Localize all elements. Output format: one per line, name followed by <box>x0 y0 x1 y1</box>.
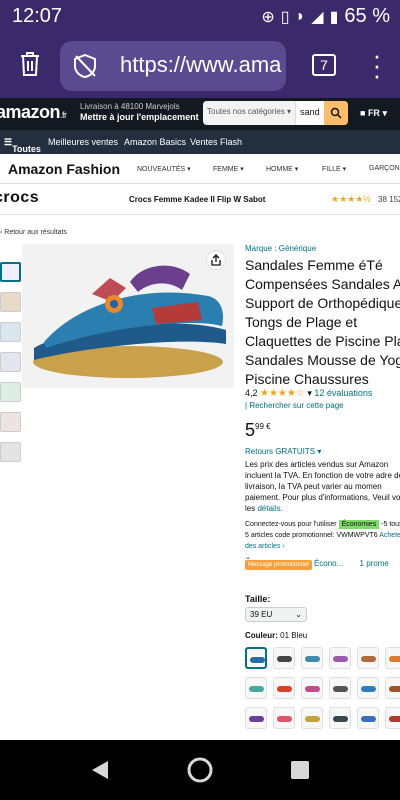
android-nav-bar <box>0 740 400 800</box>
search-category-select[interactable]: Toutes nos catégories ▾ <box>203 101 297 125</box>
size-label: Taille: <box>245 594 271 604</box>
nav-all[interactable]: ☰ Toutes <box>4 137 41 154</box>
fashion-cat-men[interactable]: HOMME ▾ <box>266 165 298 173</box>
signal-icon: ◢ <box>311 8 324 26</box>
search-input[interactable]: sand <box>296 101 324 125</box>
ratings-count-link[interactable]: 12 évaluations <box>314 388 372 398</box>
wifi-icon: ◗ <box>295 7 306 25</box>
search-button[interactable] <box>323 101 348 125</box>
color-swatch[interactable] <box>245 707 267 729</box>
search-page-link[interactable]: | Rechercher sur cette page <box>245 401 344 410</box>
price: 599 € <box>245 420 271 440</box>
fashion-cat-new[interactable]: NOUVEAUTÉS ▾ <box>137 165 191 173</box>
rating-value: 4,2 <box>245 388 258 398</box>
color-swatch[interactable] <box>301 647 323 669</box>
status-bar: 12:07 ⊕ ▯ ◗ ◢ ▮ 65 % <box>0 0 400 32</box>
sync-icon: ⊕ <box>261 8 275 26</box>
share-button[interactable] <box>206 250 226 270</box>
recents-icon[interactable] <box>290 760 310 780</box>
vat-note: Les prix des articles vendus sur Amazon … <box>245 460 400 513</box>
language-selector[interactable]: ■ FR ▾ <box>360 108 387 119</box>
sponsored-product-name[interactable]: Crocs Femme Kadee II Flip W Sabot <box>129 195 265 204</box>
fashion-cat-boy[interactable]: GARÇON <box>369 165 400 172</box>
color-swatch[interactable] <box>273 677 295 699</box>
brand-link[interactable]: Marque : Générique <box>245 244 316 253</box>
color-swatch[interactable] <box>273 647 295 669</box>
thumbnail[interactable] <box>0 322 21 342</box>
amazon-nav: ☰ Toutes Meilleures ventes Amazon Basics… <box>0 130 400 154</box>
thumbnail[interactable] <box>0 442 21 462</box>
color-swatch[interactable] <box>385 707 400 729</box>
color-swatch[interactable] <box>245 647 267 669</box>
amazon-header: amazon.fr Livraison à 48100 Marvejols Me… <box>0 98 400 130</box>
search-bar: Toutes nos catégories ▾ sand <box>203 101 348 125</box>
fashion-cat-women[interactable]: FEMME ▾ <box>213 165 244 173</box>
back-icon[interactable] <box>90 759 110 781</box>
nav-best-sellers[interactable]: Meilleures ventes <box>48 137 118 147</box>
sandal-illustration <box>33 265 226 378</box>
color-swatch[interactable] <box>329 647 351 669</box>
color-swatch[interactable] <box>357 647 379 669</box>
url-text[interactable]: https://www.ama <box>120 52 281 78</box>
more-promos-link[interactable]: 1 prome <box>360 559 389 568</box>
fashion-title[interactable]: Amazon Fashion <box>8 161 120 177</box>
menu-icon[interactable]: · · · <box>372 42 382 88</box>
thumbnail[interactable] <box>0 412 21 432</box>
color-label: Couleur: 01 Bleu <box>245 631 308 640</box>
size-select[interactable]: 39 EU ⌄ <box>245 607 307 622</box>
color-swatch[interactable] <box>385 677 400 699</box>
home-icon[interactable] <box>186 756 214 784</box>
delivery-location[interactable]: Livraison à 48100 Marvejols Mettre à jou… <box>80 102 199 123</box>
product-title: Sandales Femme éTé Compensées Sandales A… <box>245 257 400 387</box>
chevron-down-icon: ⌄ <box>295 610 302 619</box>
color-swatch[interactable] <box>357 707 379 729</box>
star-rating-icon[interactable]: ★★★★☆ <box>260 388 305 399</box>
fashion-cat-girl[interactable]: FILLE ▾ <box>322 165 346 173</box>
nav-amazon-basics[interactable]: Amazon Basics <box>124 137 186 147</box>
color-swatch[interactable] <box>301 707 323 729</box>
crocs-logo[interactable]: crocs <box>0 189 39 207</box>
color-swatch[interactable] <box>301 677 323 699</box>
browser-toolbar: https://www.ama 7 · · · <box>0 32 400 98</box>
back-to-results-link[interactable]: ‹ Retour aux résultats <box>0 229 67 236</box>
vat-details-link[interactable]: détails. <box>257 504 282 513</box>
sponsored-rating-count: 38 152 <box>378 195 400 204</box>
product-image[interactable] <box>22 244 234 388</box>
thumbnail[interactable] <box>0 352 21 372</box>
color-swatch[interactable] <box>329 707 351 729</box>
thumbnail[interactable] <box>0 382 21 402</box>
search-icon <box>330 107 342 119</box>
promotion-block: Connectez-vous pour l'utiliser Économies… <box>245 519 400 563</box>
tab-count-button[interactable]: 7 <box>312 54 336 76</box>
promo-message-badge: Message promotionnel <box>245 560 312 570</box>
battery-icon: ▮ <box>329 8 339 26</box>
shield-icon[interactable] <box>72 53 98 79</box>
amazon-logo[interactable]: amazon.fr <box>0 102 67 123</box>
clock: 12:07 <box>12 5 63 27</box>
nav-flash-sales[interactable]: Ventes Flash <box>190 137 242 147</box>
thumbnail[interactable] <box>0 292 21 312</box>
fashion-bar: Amazon Fashion NOUVEAUTÉS ▾ FEMME ▾ HOMM… <box>0 154 400 184</box>
sponsored-brand-bar[interactable]: crocs Crocs Femme Kadee II Flip W Sabot … <box>0 185 400 215</box>
color-swatch[interactable] <box>273 707 295 729</box>
promo-savings-link[interactable]: Écono... <box>314 559 343 568</box>
color-swatch[interactable] <box>385 647 400 669</box>
thumbnail[interactable] <box>0 262 21 282</box>
vibrate-icon: ▯ <box>280 8 290 26</box>
rating-row: 4,2 ★★★★☆ ▾ 12 évaluations <box>245 388 373 399</box>
star-rating-icon: ★★★★½ <box>331 194 371 204</box>
color-swatch[interactable] <box>357 677 379 699</box>
status-icons: ⊕ ▯ ◗ ◢ ▮ 65 % <box>261 5 390 28</box>
color-swatch[interactable] <box>245 677 267 699</box>
color-swatch[interactable] <box>329 677 351 699</box>
promo-message-row: Message promotionnel Écono... 1 prome <box>245 559 389 570</box>
address-bar[interactable]: https://www.ama <box>60 41 286 91</box>
savings-badge: Économies <box>338 520 380 529</box>
share-icon <box>211 254 221 266</box>
free-returns-link[interactable]: Retours GRATUITS ▾ <box>245 447 321 456</box>
battery-level: 65 % <box>344 5 390 27</box>
thumbnail-list <box>0 262 21 472</box>
trash-icon[interactable] <box>18 50 42 78</box>
